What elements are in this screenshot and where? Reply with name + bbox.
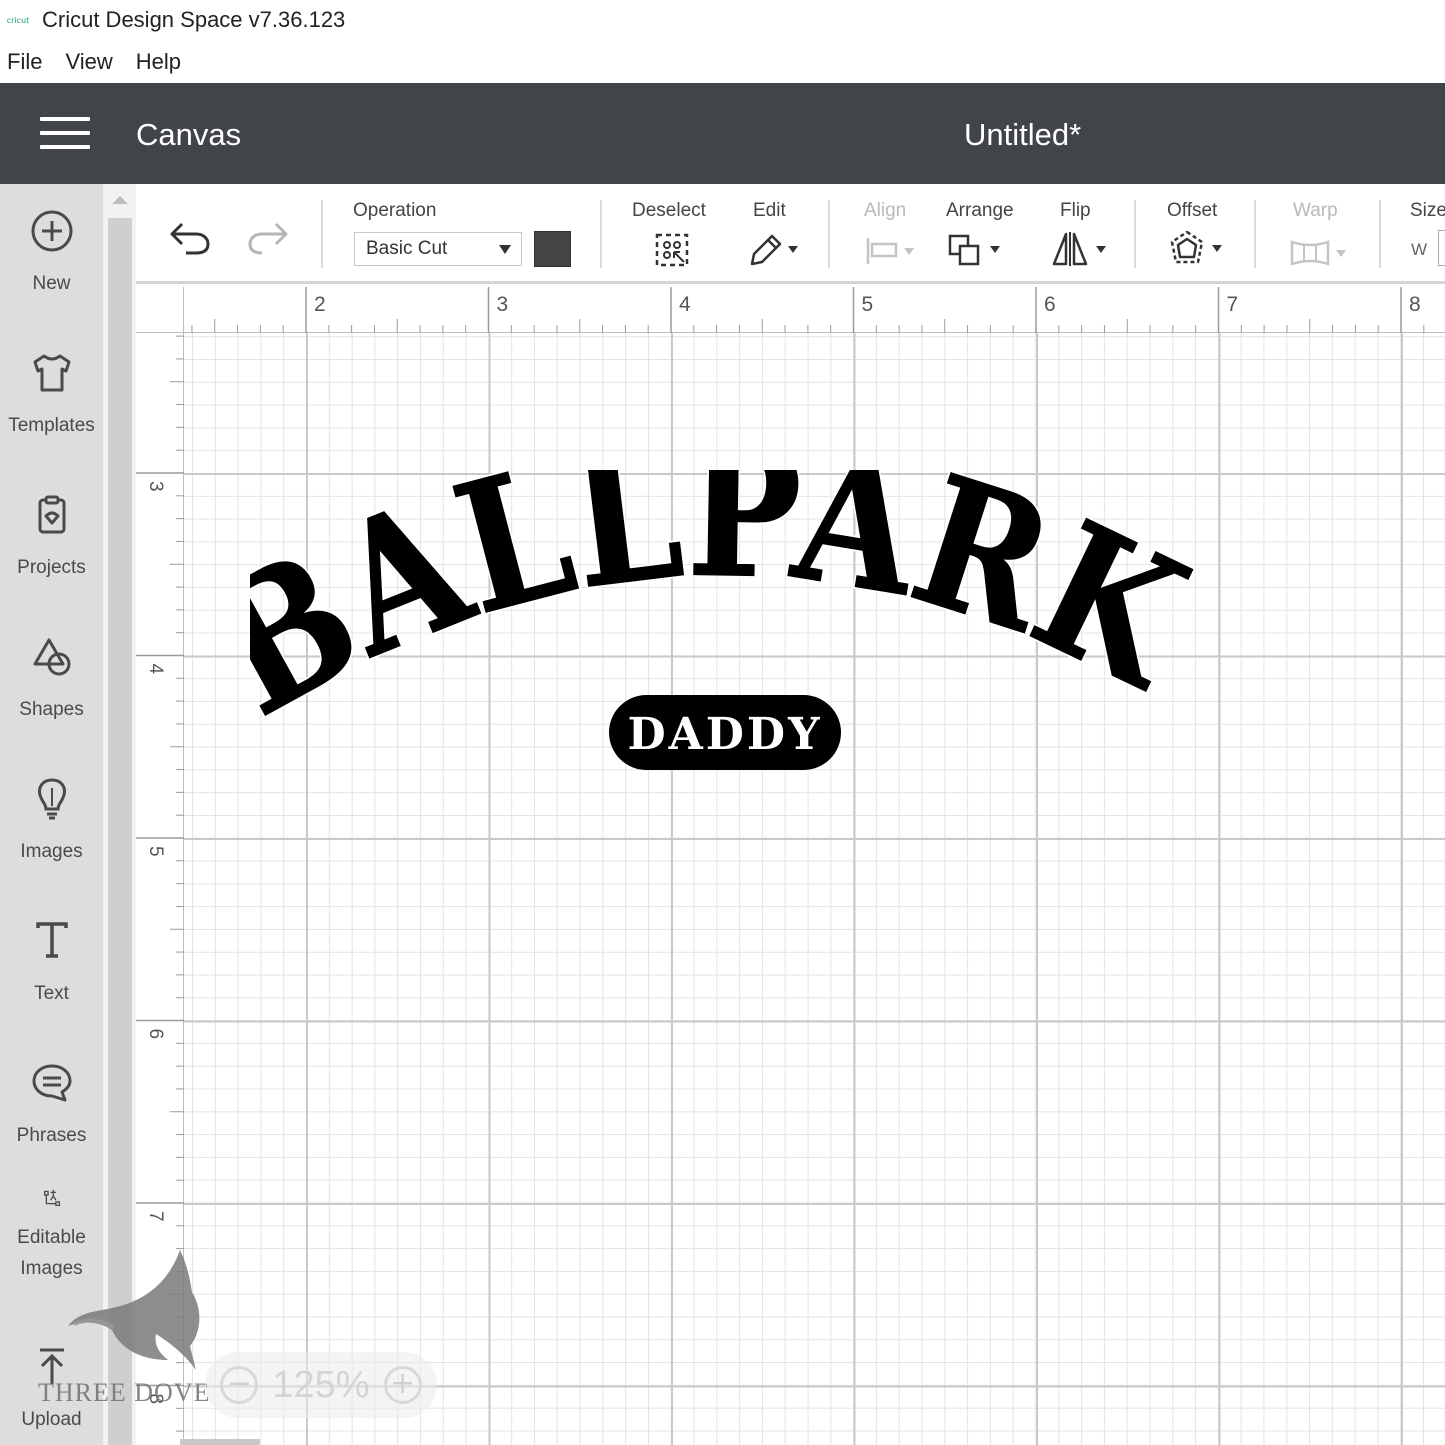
ballpark-daddy-design[interactable]: BALLPARK BALLPARK DADDY: [250, 470, 1200, 790]
toolbar-divider: [1379, 200, 1381, 268]
sidebar-label-phrases: Phrases: [16, 1125, 87, 1146]
ruler-label: 7: [145, 1211, 166, 1222]
sidebar-label-upload: Upload: [21, 1409, 82, 1430]
shapes-icon: [33, 638, 70, 676]
tshirt-icon: [33, 354, 70, 392]
speech-bubble-icon: [32, 1064, 71, 1102]
align-label: Align: [864, 200, 907, 221]
sidebar-label-templates: Templates: [8, 415, 95, 436]
warp-icon[interactable]: [1288, 234, 1352, 268]
editable-image-icon: [43, 1189, 60, 1207]
offset-label: Offset: [1167, 200, 1218, 221]
ruler-label: 3: [145, 481, 166, 492]
toolbar-divider: [1254, 200, 1256, 268]
plus-circle-icon: [31, 210, 72, 252]
menu-bar: File View Help: [0, 42, 1445, 82]
zoom-control: − 125% +: [205, 1352, 437, 1418]
align-icon[interactable]: [864, 234, 920, 268]
sidebar-item-new[interactable]: New: [0, 184, 103, 304]
ruler-label: 8: [1409, 293, 1421, 316]
offset-icon[interactable]: [1168, 230, 1230, 268]
operation-color-swatch[interactable]: [534, 231, 571, 267]
ruler-label: 6: [145, 1029, 166, 1040]
arrange-label: Arrange: [946, 200, 1014, 221]
title-bar: cricut Cricut Design Space v7.36.123: [0, 0, 1445, 40]
ruler-horizontal: 2 3 4 5 6 7 8: [136, 287, 1445, 333]
projects-icon: [38, 495, 65, 534]
ruler-label: 5: [145, 846, 166, 857]
canvas-horizontal-scrollbar[interactable]: [180, 1439, 260, 1445]
size-label: Size: [1410, 200, 1445, 221]
ruler-label: 4: [145, 664, 166, 675]
warp-label: Warp: [1293, 200, 1338, 221]
sidebar-item-templates[interactable]: Templates: [0, 326, 103, 446]
ruler-corner: [136, 287, 184, 333]
menu-view[interactable]: View: [65, 49, 112, 75]
arrange-icon[interactable]: [946, 232, 1006, 268]
menu-file[interactable]: File: [7, 49, 42, 75]
edit-label: Edit: [753, 200, 786, 221]
project-name[interactable]: Untitled*: [964, 117, 1081, 153]
sidebar-item-phrases[interactable]: Phrases: [0, 1036, 103, 1156]
flip-icon[interactable]: [1050, 230, 1112, 268]
redo-icon[interactable]: [246, 220, 290, 256]
toolbar-divider: [321, 200, 323, 268]
toolbar-divider: [1134, 200, 1136, 268]
ruler-label: 6: [1044, 293, 1056, 316]
edit-toolbar: Operation Basic Cut Deselect Edit Align: [136, 184, 1445, 284]
ruler-label: 4: [679, 293, 691, 316]
ruler-label: 3: [497, 293, 509, 316]
sidebar-label-images: Images: [20, 841, 83, 862]
operation-label: Operation: [353, 200, 437, 221]
undo-icon[interactable]: [168, 220, 212, 256]
page-title: Canvas: [136, 117, 242, 152]
toolbar-divider: [600, 200, 602, 268]
scroll-up-arrow-icon[interactable]: [112, 196, 128, 204]
window-title: Cricut Design Space v7.36.123: [42, 7, 346, 32]
sidebar-label-new: New: [32, 273, 71, 294]
zoom-level: 125%: [272, 1363, 370, 1406]
ruler-horizontal-ticks: 2 3 4 5 6 7 8: [191, 287, 1425, 333]
watermark-text: THREE DOVE: [38, 1378, 211, 1407]
text-icon: [35, 922, 68, 958]
size-width-label: W: [1411, 240, 1428, 259]
sidebar-label-shapes: Shapes: [19, 699, 84, 720]
menu-help[interactable]: Help: [136, 49, 181, 75]
app-header: Canvas Untitled*: [0, 83, 1445, 184]
operation-value: Basic Cut: [366, 238, 448, 259]
flip-label: Flip: [1060, 200, 1091, 221]
hamburger-menu-icon[interactable]: [40, 117, 90, 149]
sidebar-item-projects[interactable]: Projects: [0, 468, 103, 588]
ruler-label: 5: [862, 293, 874, 316]
ruler-label: 7: [1227, 293, 1239, 316]
deselect-label: Deselect: [632, 200, 706, 221]
sidebar-label-text: Text: [34, 983, 69, 1004]
zoom-in-button[interactable]: +: [383, 1366, 422, 1404]
zoom-out-button[interactable]: −: [220, 1366, 259, 1404]
chevron-down-icon: [499, 245, 511, 254]
ruler-label: 2: [314, 293, 326, 316]
sidebar-item-images[interactable]: Images: [0, 752, 103, 872]
lightbulb-icon: [37, 778, 66, 820]
toolbar-divider: [828, 200, 830, 268]
sidebar-label-projects: Projects: [17, 557, 86, 578]
design-sub-text: DADDY: [627, 709, 822, 760]
deselect-icon[interactable]: [654, 232, 690, 268]
app-logo: cricut: [6, 15, 30, 25]
sidebar-item-shapes[interactable]: Shapes: [0, 610, 103, 730]
operation-select[interactable]: Basic Cut: [354, 232, 522, 266]
app-window: cricut Cricut Design Space v7.36.123 Fil…: [0, 0, 1445, 1445]
edit-pencil-icon[interactable]: [746, 230, 802, 268]
sidebar-item-text[interactable]: Text: [0, 894, 103, 1014]
size-width-input[interactable]: [1438, 230, 1445, 266]
